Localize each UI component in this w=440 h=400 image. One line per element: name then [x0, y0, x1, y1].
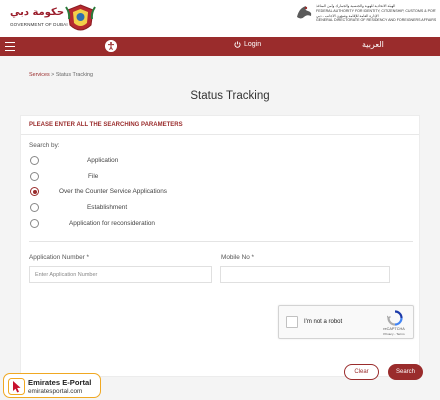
- language-switch-link[interactable]: العربية: [362, 40, 384, 49]
- main-navbar: Login العربية: [0, 37, 440, 56]
- radio-button-selected[interactable]: [30, 187, 39, 196]
- radio-option-over-the-counter[interactable]: Over the Counter Service Applications: [30, 187, 230, 197]
- accessibility-icon[interactable]: [105, 40, 117, 52]
- radio-option-file[interactable]: File: [30, 172, 230, 182]
- gdrfa-line: GENERAL DIRECTORATE OF RESIDENCY AND FOR…: [316, 18, 436, 23]
- falcon-emblem-icon: [297, 6, 312, 19]
- recaptcha-checkbox[interactable]: [286, 316, 298, 328]
- mobile-no-label: Mobile No *: [221, 254, 255, 261]
- page-title: Status Tracking: [190, 90, 270, 102]
- dubai-emblem-icon: [65, 4, 96, 31]
- radio-button[interactable]: [30, 219, 39, 228]
- radio-button[interactable]: [30, 156, 39, 165]
- radio-label: Over the Counter Service Applications: [59, 188, 167, 195]
- gdrfa-text-block: الهيئة الاتحادية للهوية والجنسية والجمار…: [316, 4, 436, 23]
- radio-label: Application for reconsideration: [69, 220, 155, 227]
- watermark-title: Emirates E-Portal: [28, 378, 92, 387]
- radio-option-reconsideration[interactable]: Application for reconsideration: [30, 219, 230, 229]
- radio-option-establishment[interactable]: Establishment: [30, 203, 230, 213]
- recaptcha-widget: I'm not a robot reCAPTCHA Privacy - Term…: [278, 305, 414, 339]
- emirates-eportal-watermark: Emirates E-Portal emiratesportal.com: [3, 373, 101, 398]
- recaptcha-terms-link[interactable]: Privacy - Terms: [377, 332, 411, 336]
- radio-label: Application: [87, 157, 119, 164]
- recaptcha-label: I'm not a robot: [304, 319, 343, 325]
- gdrfa-line: FEDERAL AUTHORITY FOR IDENTITY, CITIZENS…: [316, 8, 436, 13]
- login-label: Login: [244, 41, 262, 48]
- recaptcha-logo-icon: [387, 310, 403, 326]
- application-number-label: Application Number *: [29, 254, 90, 261]
- radio-label: Establishment: [87, 204, 128, 211]
- radio-button[interactable]: [30, 203, 39, 212]
- search-button[interactable]: Search: [388, 364, 423, 380]
- cursor-icon: [8, 378, 25, 395]
- gdrfa-logo[interactable]: الهيئة الاتحادية للهوية والجنسية والجمار…: [294, 3, 436, 33]
- radio-option-application[interactable]: Application: [30, 156, 230, 166]
- radio-button[interactable]: [30, 172, 39, 181]
- breadcrumb: Services > Status Tracking: [29, 72, 93, 78]
- mobile-no-input[interactable]: [220, 266, 390, 283]
- dubai-logo-arabic-text: حكومة دبي: [10, 7, 65, 18]
- dubai-logo-english-text: GOVERNMENT OF DUBAI: [10, 22, 68, 27]
- login-link[interactable]: Login: [234, 41, 261, 48]
- search-form-card: PLEASE ENTER ALL THE SEARCHING PARAMETER…: [20, 115, 423, 380]
- search-by-label: Search by:: [29, 142, 60, 149]
- breadcrumb-current: Status Tracking: [55, 72, 93, 78]
- hamburger-menu-icon[interactable]: [5, 42, 15, 51]
- top-header: حكومة دبي GOVERNMENT OF DUBAI الهيئة الا…: [0, 0, 440, 37]
- section-divider: [29, 241, 413, 242]
- application-number-input[interactable]: [29, 266, 212, 283]
- breadcrumb-services-link[interactable]: Services: [29, 72, 50, 78]
- recaptcha-brand: reCAPTCHA: [383, 327, 405, 331]
- government-of-dubai-logo[interactable]: حكومة دبي GOVERNMENT OF DUBAI: [4, 2, 104, 35]
- radio-label: File: [88, 173, 99, 180]
- clear-button[interactable]: Clear: [344, 364, 379, 380]
- form-instructions: PLEASE ENTER ALL THE SEARCHING PARAMETER…: [29, 122, 183, 128]
- header-divider: [21, 134, 419, 135]
- power-icon: [234, 41, 241, 48]
- watermark-url: emiratesportal.com: [28, 388, 83, 395]
